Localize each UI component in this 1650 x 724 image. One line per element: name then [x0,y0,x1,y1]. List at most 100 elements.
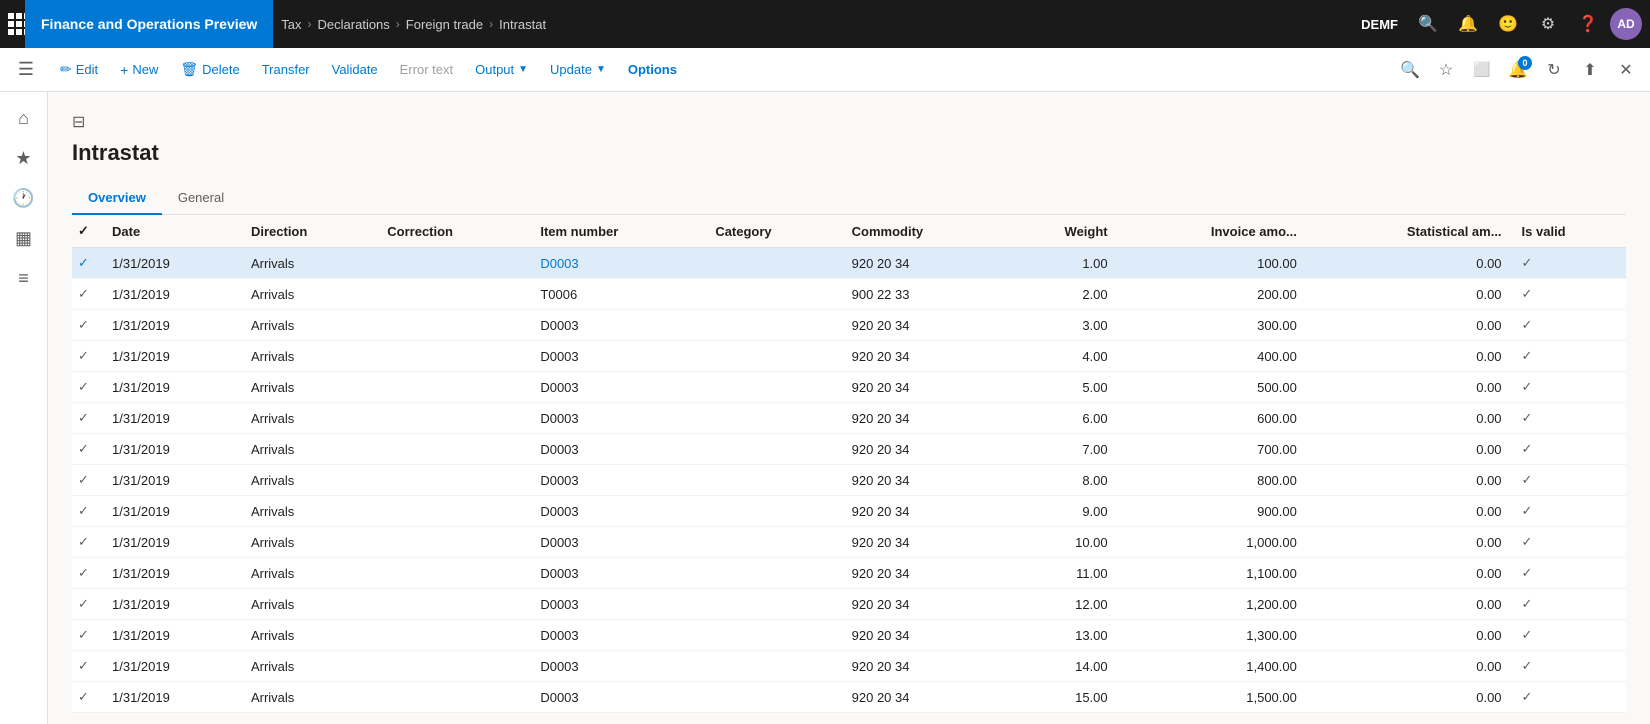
filter-icon[interactable]: ⊟ [72,112,85,132]
close-icon[interactable]: ✕ [1610,54,1642,86]
output-button[interactable]: Output ▼ [465,56,538,83]
valid-check-icon: ✓ [1522,472,1533,487]
cell-check: ✓ [72,620,102,651]
col-weight: Weight [1005,215,1118,248]
filter-bar: ⊟ [72,112,1626,132]
cell-is-valid: ✓ [1512,310,1626,341]
cell-direction: Arrivals [241,682,377,713]
edit-button[interactable]: ✏ Edit [50,55,108,84]
breadcrumb-intrastat[interactable]: Intrastat [495,17,550,32]
breadcrumb-tax[interactable]: Tax [277,17,305,32]
data-table-wrap: ✓ Date Direction Correction Item number … [72,215,1626,713]
cell-invoice: 400.00 [1118,341,1307,372]
table-row[interactable]: ✓ 1/31/2019 Arrivals D0003 920 20 34 1.0… [72,248,1626,279]
bell-icon[interactable]: 🔔 [1450,6,1486,42]
cell-is-valid: ✓ [1512,248,1626,279]
row-check: ✓ [78,689,89,704]
table-row[interactable]: ✓ 1/31/2019 Arrivals T0006 900 22 33 2.0… [72,279,1626,310]
table-row[interactable]: ✓ 1/31/2019 Arrivals D0003 920 20 34 4.0… [72,341,1626,372]
cell-is-valid: ✓ [1512,465,1626,496]
cell-date: 1/31/2019 [102,682,241,713]
cell-correction [377,403,530,434]
table-row[interactable]: ✓ 1/31/2019 Arrivals D0003 920 20 34 14.… [72,651,1626,682]
cell-statistical: 0.00 [1307,496,1512,527]
cell-commodity: 920 20 34 [842,248,1005,279]
update-button[interactable]: Update ▼ [540,56,616,83]
cell-invoice: 700.00 [1118,434,1307,465]
edit-icon: ✏ [60,61,72,78]
refresh-icon[interactable]: ↻ [1538,54,1570,86]
cell-is-valid: ✓ [1512,682,1626,713]
table-row[interactable]: ✓ 1/31/2019 Arrivals D0003 920 20 34 5.0… [72,372,1626,403]
cell-category [705,465,841,496]
cell-correction [377,341,530,372]
cell-invoice: 600.00 [1118,403,1307,434]
cell-item-number: D0003 [530,589,705,620]
breadcrumb-sep-1: › [308,17,312,31]
table-row[interactable]: ✓ 1/31/2019 Arrivals D0003 920 20 34 15.… [72,682,1626,713]
help-icon[interactable]: ❓ [1570,6,1606,42]
table-row[interactable]: ✓ 1/31/2019 Arrivals D0003 920 20 34 12.… [72,589,1626,620]
smiley-icon[interactable]: 🙂 [1490,6,1526,42]
table-row[interactable]: ✓ 1/31/2019 Arrivals D0003 920 20 34 6.0… [72,403,1626,434]
table-row[interactable]: ✓ 1/31/2019 Arrivals D0003 920 20 34 13.… [72,620,1626,651]
sidebar-star-icon[interactable]: ★ [6,140,42,176]
cell-direction: Arrivals [241,279,377,310]
validate-button[interactable]: Validate [322,56,388,83]
cell-date: 1/31/2019 [102,465,241,496]
cell-direction: Arrivals [241,248,377,279]
row-check: ✓ [78,472,89,487]
company-label: DEMF [1361,17,1398,32]
col-commodity: Commodity [842,215,1005,248]
cell-correction [377,372,530,403]
table-row[interactable]: ✓ 1/31/2019 Arrivals D0003 920 20 34 9.0… [72,496,1626,527]
cell-commodity: 920 20 34 [842,434,1005,465]
personalize-icon[interactable]: ⬜ [1466,54,1498,86]
breadcrumb-declarations[interactable]: Declarations [314,17,394,32]
cell-item-number: D0003 [530,620,705,651]
sidebar-home-icon[interactable]: ⌂ [6,100,42,136]
avatar[interactable]: AD [1610,8,1642,40]
cell-commodity: 900 22 33 [842,279,1005,310]
cell-weight: 14.00 [1005,651,1118,682]
sidebar: ⌂ ★ 🕐 ▦ ≡ [0,92,48,724]
cell-weight: 12.00 [1005,589,1118,620]
transfer-button[interactable]: Transfer [252,56,320,83]
notification-badge[interactable]: 🔔 0 [1502,54,1534,86]
row-check: ✓ [78,658,89,673]
update-chevron-icon: ▼ [596,64,606,75]
tab-overview[interactable]: Overview [72,182,162,215]
cell-commodity: 920 20 34 [842,589,1005,620]
table-row[interactable]: ✓ 1/31/2019 Arrivals D0003 920 20 34 8.0… [72,465,1626,496]
sidebar-dashboard-icon[interactable]: ▦ [6,220,42,256]
cell-commodity: 920 20 34 [842,682,1005,713]
cell-check: ✓ [72,527,102,558]
sidebar-toggle[interactable]: ☰ [8,52,44,88]
table-row[interactable]: ✓ 1/31/2019 Arrivals D0003 920 20 34 3.0… [72,310,1626,341]
search-icon[interactable]: 🔍 [1410,6,1446,42]
cell-statistical: 0.00 [1307,434,1512,465]
cell-check: ✓ [72,465,102,496]
cell-statistical: 0.00 [1307,558,1512,589]
table-row[interactable]: ✓ 1/31/2019 Arrivals D0003 920 20 34 7.0… [72,434,1626,465]
favorites-icon[interactable]: ☆ [1430,54,1462,86]
table-row[interactable]: ✓ 1/31/2019 Arrivals D0003 920 20 34 11.… [72,558,1626,589]
breadcrumb-sep-3: › [489,17,493,31]
table-row[interactable]: ✓ 1/31/2019 Arrivals D0003 920 20 34 10.… [72,527,1626,558]
sidebar-recent-icon[interactable]: 🕐 [6,180,42,216]
cell-item-number: D0003 [530,527,705,558]
new-button[interactable]: + New [110,56,168,84]
breadcrumb-foreign-trade[interactable]: Foreign trade [402,17,487,32]
options-button[interactable]: Options [618,56,687,83]
sidebar-list-icon[interactable]: ≡ [6,260,42,296]
delete-button[interactable]: 🗑 Delete [170,55,249,84]
open-new-icon[interactable]: ⬆ [1574,54,1606,86]
error-text-button[interactable]: Error text [390,56,463,83]
tab-general[interactable]: General [162,182,240,215]
cell-check: ✓ [72,279,102,310]
settings-icon[interactable]: ⚙ [1530,6,1566,42]
search-filter-icon[interactable]: 🔍 [1394,54,1426,86]
cell-weight: 1.00 [1005,248,1118,279]
cell-is-valid: ✓ [1512,372,1626,403]
app-grid-menu[interactable] [8,6,17,42]
